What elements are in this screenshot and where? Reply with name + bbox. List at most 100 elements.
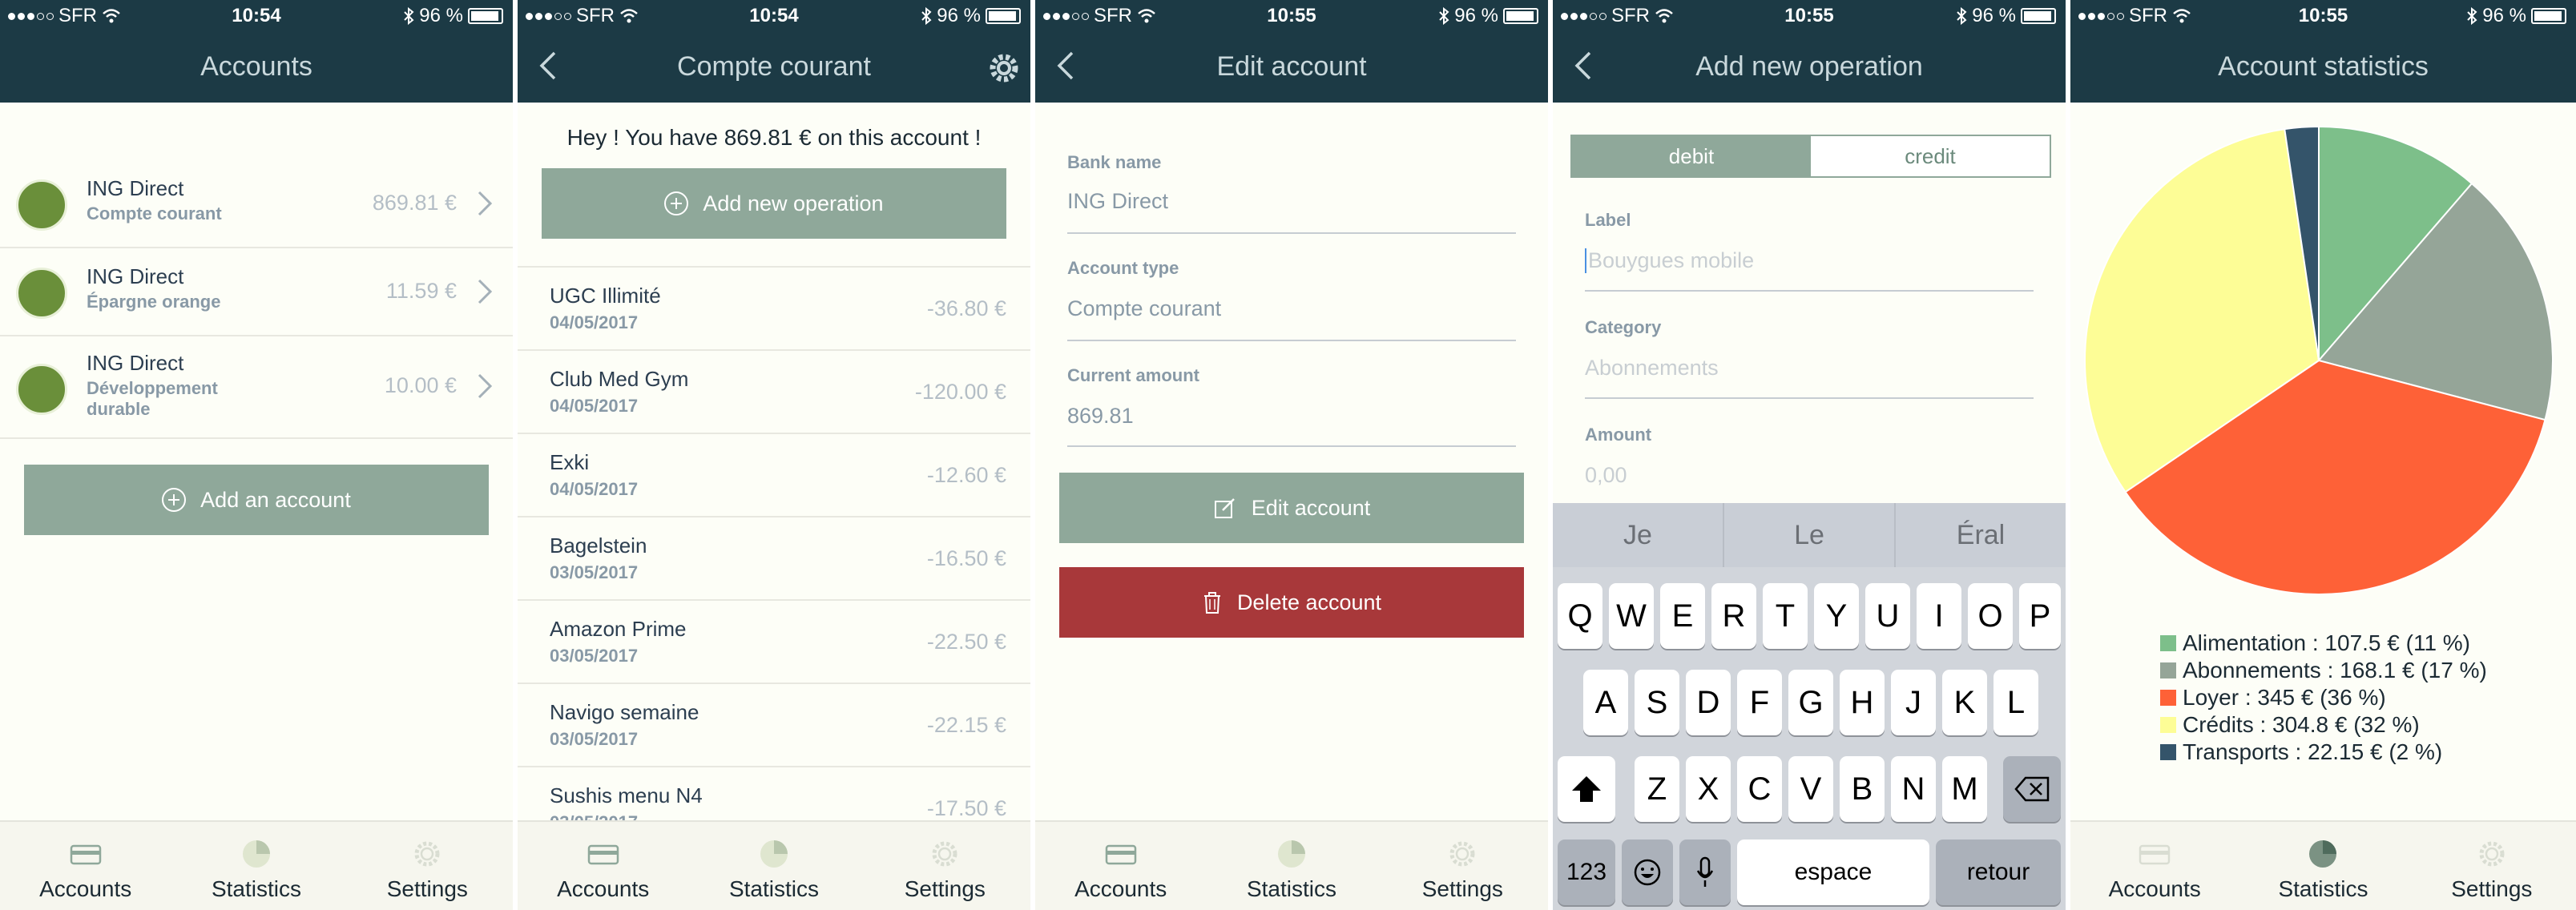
edit-account-button[interactable]: Edit account xyxy=(1059,473,1524,543)
shift-key[interactable] xyxy=(1558,756,1615,822)
key[interactable]: P xyxy=(2019,583,2061,649)
tab-statistics[interactable]: Statistics xyxy=(1206,822,1377,910)
battery-percent: 96 % xyxy=(1454,5,1498,26)
tab-accounts[interactable]: Accounts xyxy=(2070,822,2239,910)
bluetooth-icon xyxy=(2467,7,2477,25)
field-underline xyxy=(1067,445,1516,447)
account-bank: ING Direct xyxy=(87,176,184,200)
add-account-button[interactable]: Add an account xyxy=(24,465,489,535)
battery-icon xyxy=(1503,8,1538,24)
operation-row[interactable]: Club Med Gym 04/05/2017 -120.00 € xyxy=(518,351,1030,434)
tab-label: Accounts xyxy=(39,876,132,901)
operation-date: 04/05/2017 xyxy=(550,396,639,416)
chevron-right-icon xyxy=(478,373,493,399)
tab-accounts[interactable]: Accounts xyxy=(0,822,171,910)
operation-row[interactable]: Bagelstein 03/05/2017 -16.50 € xyxy=(518,517,1030,601)
balance-banner: Hey ! You have 869.81 € on this account … xyxy=(566,125,982,150)
key[interactable]: Z xyxy=(1635,756,1679,822)
account-type-field[interactable]: Compte courant xyxy=(1067,296,1221,321)
key[interactable]: X xyxy=(1686,756,1731,822)
key[interactable]: N xyxy=(1891,756,1936,822)
tab-statistics[interactable]: Statistics xyxy=(171,822,341,910)
bluetooth-icon xyxy=(1439,7,1449,25)
tab-accounts[interactable]: Accounts xyxy=(518,822,688,910)
debit-segment[interactable]: debit xyxy=(1572,136,1811,176)
key[interactable]: G xyxy=(1788,670,1833,735)
current-amount-field[interactable]: 869.81 xyxy=(1067,404,1134,429)
account-amount: 10.00 € xyxy=(384,373,457,397)
operation-label: Sushis menu N4 xyxy=(550,783,703,807)
operation-row[interactable]: Exki 04/05/2017 -12.60 € xyxy=(518,434,1030,517)
account-row[interactable]: ING Direct Compte courant 869.81 € xyxy=(0,160,513,248)
tab-label: Statistics xyxy=(728,876,819,901)
tab-settings[interactable]: Settings xyxy=(1377,822,1548,910)
tab-settings[interactable]: Settings xyxy=(342,822,513,910)
gear-icon xyxy=(932,841,957,867)
tab-bar: Accounts Statistics Settings xyxy=(2070,820,2576,910)
key[interactable]: S xyxy=(1635,670,1679,735)
backspace-key[interactable] xyxy=(2003,756,2061,822)
key[interactable]: J xyxy=(1891,670,1936,735)
operation-label: UGC Illimité xyxy=(550,284,661,308)
key[interactable]: C xyxy=(1737,756,1782,822)
key[interactable]: L xyxy=(1993,670,2038,735)
account-row[interactable]: ING Direct Développement durable 10.00 € xyxy=(0,336,513,439)
tab-settings[interactable]: Settings xyxy=(860,822,1030,910)
account-row[interactable]: ING Direct Épargne orange 11.59 € xyxy=(0,248,513,336)
legend-item: Abonnements : 168.1 € (17 %) xyxy=(2160,657,2487,684)
key[interactable]: U xyxy=(1865,583,1910,649)
add-operation-label: Add new operation xyxy=(703,191,884,215)
legend-swatch xyxy=(2160,662,2176,678)
pie-chart xyxy=(2084,125,2554,595)
key[interactable]: D xyxy=(1686,670,1731,735)
key[interactable]: R xyxy=(1711,583,1756,649)
bank-name-field[interactable]: ING Direct xyxy=(1067,189,1168,214)
key[interactable]: H xyxy=(1840,670,1885,735)
operation-row[interactable]: UGC Illimité 04/05/2017 -36.80 € xyxy=(518,268,1030,351)
tab-settings[interactable]: Settings xyxy=(2408,822,2576,910)
key[interactable]: F xyxy=(1737,670,1782,735)
operation-label: Navigo semaine xyxy=(550,700,699,724)
key[interactable]: M xyxy=(1942,756,1987,822)
gear-icon[interactable] xyxy=(987,51,1021,85)
suggestion[interactable]: Le xyxy=(1724,503,1896,567)
space-key[interactable]: espace xyxy=(1737,840,1929,905)
key[interactable]: V xyxy=(1788,756,1833,822)
key[interactable]: W xyxy=(1609,583,1654,649)
emoji-key[interactable] xyxy=(1622,840,1673,905)
key[interactable]: A xyxy=(1583,670,1628,735)
key[interactable]: B xyxy=(1840,756,1885,822)
key[interactable]: Y xyxy=(1814,583,1859,649)
delete-account-button[interactable]: Delete account xyxy=(1059,567,1524,638)
tab-statistics[interactable]: Statistics xyxy=(688,822,859,910)
account-type-label: Account type xyxy=(1067,258,1179,278)
plus-icon xyxy=(664,191,689,215)
key[interactable]: E xyxy=(1660,583,1705,649)
amount-input[interactable]: 0,00 xyxy=(1585,463,1627,488)
category-input[interactable]: Abonnements xyxy=(1585,356,1719,381)
microphone-key[interactable] xyxy=(1679,840,1731,905)
tab-label: Settings xyxy=(904,876,986,901)
operation-row[interactable]: Navigo semaine 03/05/2017 -22.15 € xyxy=(518,684,1030,767)
credit-segment[interactable]: credit xyxy=(1811,136,2050,176)
label-input[interactable]: Bouygues mobile xyxy=(1585,248,1754,273)
operation-row[interactable]: Amazon Prime 03/05/2017 -22.50 € xyxy=(518,601,1030,684)
suggestion[interactable]: Éral xyxy=(1896,503,2066,567)
return-key[interactable]: retour xyxy=(1936,840,2061,905)
trash-icon xyxy=(1203,592,1220,614)
key[interactable]: I xyxy=(1917,583,1961,649)
backspace-icon xyxy=(2014,776,2050,802)
key[interactable]: Q xyxy=(1558,583,1602,649)
account-type-line: Développement xyxy=(87,378,218,398)
tab-accounts[interactable]: Accounts xyxy=(1035,822,1206,910)
key[interactable]: K xyxy=(1942,670,1987,735)
key[interactable]: O xyxy=(1968,583,2013,649)
tab-statistics[interactable]: Statistics xyxy=(2239,822,2407,910)
field-underline xyxy=(1585,397,2034,399)
suggestion[interactable]: Je xyxy=(1553,503,1724,567)
wallet-icon xyxy=(16,364,67,415)
add-operation-button[interactable]: Add new operation xyxy=(542,168,1006,239)
tab-label: Accounts xyxy=(2108,876,2201,901)
key[interactable]: T xyxy=(1763,583,1808,649)
numbers-key[interactable]: 123 xyxy=(1558,840,1615,905)
